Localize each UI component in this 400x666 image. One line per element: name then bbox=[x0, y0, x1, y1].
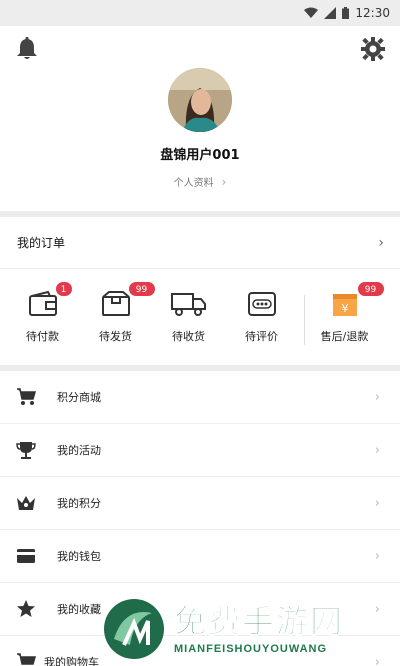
chevron-right-icon: › bbox=[374, 548, 380, 564]
order-divider bbox=[304, 295, 305, 345]
order-label: 待收货 bbox=[172, 330, 205, 343]
comment-icon bbox=[242, 287, 282, 321]
wallet-icon: 1 bbox=[23, 281, 73, 321]
signal-icon bbox=[324, 7, 337, 19]
order-status-bar: 1 待付款 99 待发货 待收货 待评价 ¥ 99 售后/退款 bbox=[0, 269, 400, 365]
cart-icon bbox=[16, 652, 36, 666]
order-label: 待付款 bbox=[26, 330, 59, 343]
menu-label: 我的活动 bbox=[57, 444, 101, 457]
menu-label: 积分商城 bbox=[57, 391, 101, 404]
menu-label: 我的收藏 bbox=[57, 603, 101, 616]
star-icon bbox=[16, 599, 36, 619]
svg-text:¥: ¥ bbox=[341, 302, 348, 315]
wifi-icon bbox=[304, 7, 319, 19]
order-pending-payment[interactable]: 1 待付款 bbox=[6, 281, 79, 344]
chevron-right-icon: › bbox=[374, 442, 380, 458]
orders-title: 我的订单 bbox=[17, 236, 66, 250]
truck-icon bbox=[169, 287, 209, 321]
menu-item-points-mall[interactable]: 积分商城 › bbox=[0, 371, 400, 424]
chevron-right-icon: › bbox=[374, 495, 380, 511]
menu-label: 我的购物车 bbox=[44, 656, 99, 666]
card-icon bbox=[16, 546, 36, 566]
badge-count: 99 bbox=[356, 281, 385, 297]
watermark-logo-icon bbox=[104, 599, 164, 659]
watermark-text: 免费手游网 MIANFEISHOUYOUWANG bbox=[173, 602, 345, 656]
chevron-right-icon: › bbox=[221, 175, 227, 189]
watermark: 免费手游网 MIANFEISHOUYOUWANG bbox=[104, 592, 396, 666]
menu-item-my-points[interactable]: 我的积分 › bbox=[0, 477, 400, 530]
order-to-ship[interactable]: 99 待发货 bbox=[79, 281, 156, 344]
package-icon: 99 bbox=[96, 281, 156, 321]
cart-icon bbox=[16, 387, 36, 407]
avatar[interactable] bbox=[168, 68, 232, 132]
username: 盘锦用户001 bbox=[160, 148, 240, 163]
crown-icon bbox=[16, 493, 36, 513]
profile-link-label: 个人资料 bbox=[173, 178, 214, 189]
battery-icon bbox=[342, 7, 350, 19]
status-bar: 12:30 bbox=[0, 0, 400, 26]
badge-count: 1 bbox=[54, 281, 73, 297]
chevron-right-icon: › bbox=[378, 234, 384, 251]
order-label: 待发货 bbox=[99, 330, 132, 343]
menu-label: 我的钱包 bbox=[57, 550, 101, 563]
menu-label: 我的积分 bbox=[57, 497, 101, 510]
refund-icon: ¥ 99 bbox=[325, 281, 385, 321]
order-to-receive[interactable]: 待收货 bbox=[152, 287, 225, 344]
watermark-subtitle: MIANFEISHOUYOUWANG bbox=[174, 643, 328, 655]
order-label: 待评价 bbox=[245, 330, 278, 343]
my-orders-row[interactable]: 我的订单 › bbox=[0, 217, 400, 269]
menu-item-my-activities[interactable]: 我的活动 › bbox=[0, 424, 400, 477]
order-to-review[interactable]: 待评价 bbox=[225, 287, 298, 344]
bell-icon[interactable] bbox=[14, 36, 40, 62]
order-label: 售后/退款 bbox=[320, 330, 369, 343]
menu-item-my-wallet[interactable]: 我的钱包 › bbox=[0, 530, 400, 583]
order-after-sales[interactable]: ¥ 99 售后/退款 bbox=[308, 281, 385, 344]
profile-section: 盘锦用户001 个人资料 › bbox=[0, 26, 400, 211]
gear-icon[interactable] bbox=[360, 36, 386, 62]
status-time: 12:30 bbox=[355, 6, 390, 20]
trophy-icon bbox=[16, 440, 36, 460]
watermark-title: 免费手游网 bbox=[173, 602, 345, 640]
chevron-right-icon: › bbox=[374, 389, 380, 405]
profile-link[interactable]: 个人资料 › bbox=[0, 174, 400, 189]
